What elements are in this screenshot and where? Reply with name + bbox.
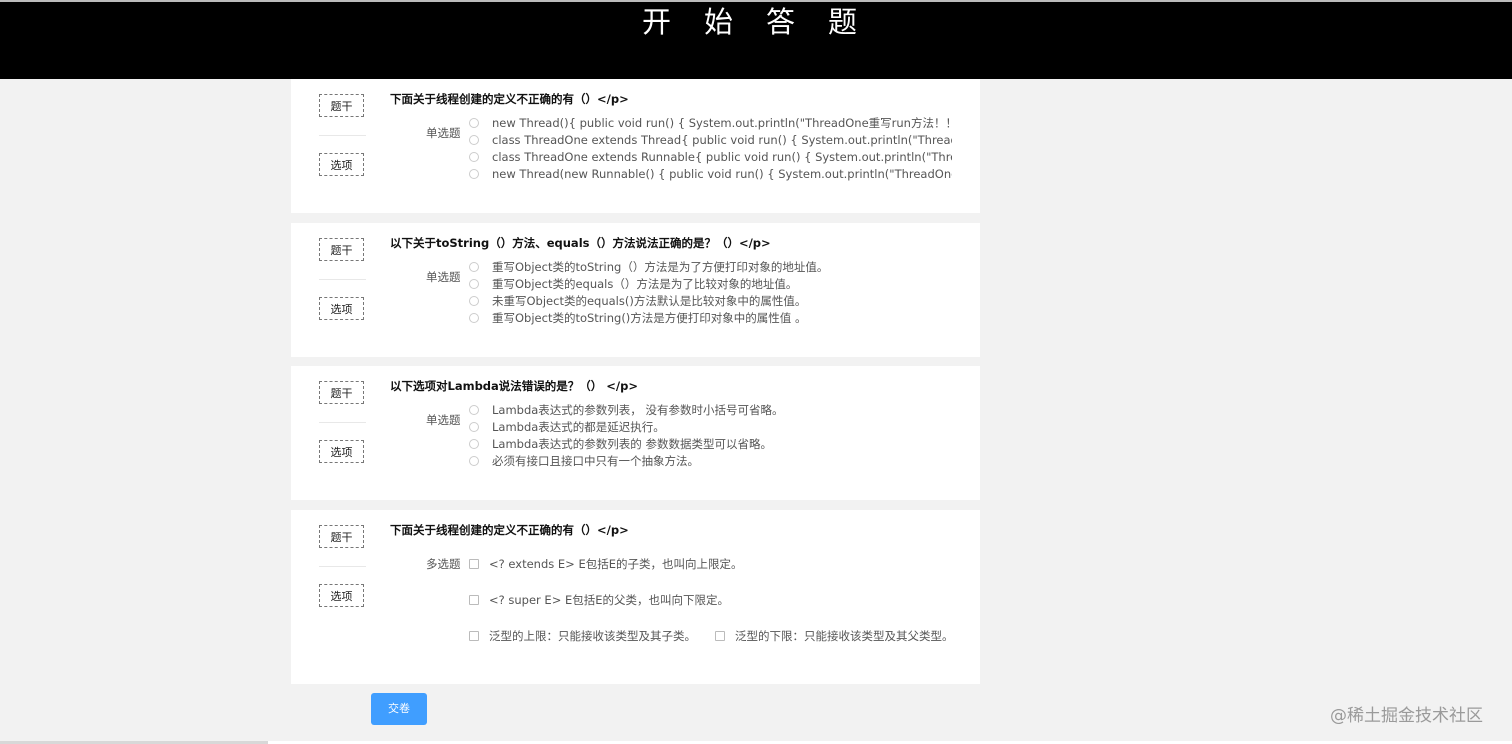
radio-icon[interactable] — [469, 421, 479, 432]
option-item[interactable]: class ThreadOne extends Runnable{ public… — [469, 148, 952, 165]
options-button[interactable]: 选项 — [319, 440, 364, 463]
options-button[interactable]: 选项 — [319, 153, 364, 176]
question-title: 以下关于toString（）方法、equals（）方法说法正确的是？（）</p> — [390, 236, 771, 250]
option-list: new Thread(){ public void run() { System… — [469, 114, 952, 182]
option-label: 必须有接口且接口中只有一个抽象方法。 — [492, 453, 699, 468]
question-card-4: 题干 选项 下面关于线程创建的定义不正确的有（）</p> 多选题 <? exte… — [291, 510, 980, 684]
option-item[interactable]: 重写Object类的toString（）方法是为了方便打印对象的地址值。 — [469, 258, 952, 275]
radio-icon[interactable] — [469, 151, 479, 162]
options-button[interactable]: 选项 — [319, 584, 364, 607]
radio-icon[interactable] — [469, 455, 479, 466]
radio-icon[interactable] — [469, 261, 479, 272]
option-item[interactable]: Lambda表达式的参数列表的 参数数据类型可以省略。 — [469, 435, 952, 452]
question-type: 单选题 — [426, 126, 461, 140]
stem-button[interactable]: 题干 — [319, 94, 364, 117]
stem-button[interactable]: 题干 — [319, 238, 364, 261]
divider — [319, 279, 366, 280]
question-title: 下面关于线程创建的定义不正确的有（）</p> — [390, 523, 629, 537]
radio-icon[interactable] — [469, 404, 479, 415]
option-label: 未重写Object类的equals()方法默认是比较对象中的属性值。 — [492, 293, 807, 308]
stem-button[interactable]: 题干 — [319, 381, 364, 404]
question-card-3: 题干 选项 以下选项对Lambda说法错误的是？（） </p> 单选题 Lamb… — [291, 366, 980, 500]
option-label: class ThreadOne extends Thread{ public v… — [492, 132, 952, 147]
checkbox-icon[interactable] — [469, 631, 479, 641]
radio-icon[interactable] — [469, 295, 479, 306]
header-bar: 开始答题 — [0, 0, 1512, 79]
watermark: @稀土掘金技术社区 — [1330, 706, 1483, 726]
option-label: <? extends E> E包括E的子类，也叫向上限定。 — [489, 557, 743, 571]
option-item[interactable]: class ThreadOne extends Thread{ public v… — [469, 131, 952, 148]
option-label: 重写Object类的toString()方法是方便打印对象中的属性值 。 — [492, 310, 807, 325]
options-button[interactable]: 选项 — [319, 297, 364, 320]
option-label: new Thread(new Runnable() { public void … — [492, 166, 952, 181]
option-item[interactable]: <? extends E> E包括E的子类，也叫向上限定。 — [469, 556, 742, 572]
question-title: 以下选项对Lambda说法错误的是？（） </p> — [390, 379, 639, 393]
radio-icon[interactable] — [469, 438, 479, 449]
divider — [319, 135, 366, 136]
checkbox-icon[interactable] — [469, 559, 479, 569]
divider — [319, 422, 366, 423]
option-list: Lambda表达式的参数列表， 没有参数时小括号可省略。 Lambda表达式的都… — [469, 401, 952, 469]
option-label: class ThreadOne extends Runnable{ public… — [492, 149, 952, 164]
question-card-2: 题干 选项 以下关于toString（）方法、equals（）方法说法正确的是？… — [291, 223, 980, 357]
option-item[interactable]: 必须有接口且接口中只有一个抽象方法。 — [469, 452, 952, 469]
radio-icon[interactable] — [469, 134, 479, 145]
stem-button[interactable]: 题干 — [319, 525, 364, 548]
option-label: Lambda表达式的参数列表， 没有参数时小括号可省略。 — [492, 402, 784, 417]
option-item[interactable]: Lambda表达式的都是延迟执行。 — [469, 418, 952, 435]
question-title: 下面关于线程创建的定义不正确的有（）</p> — [390, 92, 629, 106]
radio-icon[interactable] — [469, 117, 479, 128]
option-item[interactable]: 泛型的上限：只能接收该类型及其子类。 — [469, 628, 696, 644]
radio-icon[interactable] — [469, 168, 479, 179]
option-item[interactable]: 重写Object类的equals（）方法是为了比较对象的地址值。 — [469, 275, 952, 292]
option-list: 重写Object类的toString（）方法是为了方便打印对象的地址值。 重写O… — [469, 258, 952, 326]
option-item[interactable]: <? super E> E包括E的父类，也叫向下限定。 — [469, 592, 729, 608]
option-item[interactable]: 泛型的下限：只能接收该类型及其父类型。 — [715, 628, 954, 644]
option-item[interactable]: new Thread(){ public void run() { System… — [469, 114, 952, 131]
option-label: Lambda表达式的参数列表的 参数数据类型可以省略。 — [492, 436, 772, 451]
option-item[interactable]: 重写Object类的toString()方法是方便打印对象中的属性值 。 — [469, 309, 952, 326]
option-label: new Thread(){ public void run() { System… — [492, 115, 952, 130]
submit-button[interactable]: 交卷 — [371, 693, 427, 725]
option-label: 泛型的下限：只能接收该类型及其父类型。 — [735, 629, 954, 643]
question-type: 单选题 — [426, 270, 461, 284]
option-label: <? super E> E包括E的父类，也叫向下限定。 — [489, 593, 730, 607]
checkbox-icon[interactable] — [715, 631, 725, 641]
divider — [319, 566, 366, 567]
page-title: 开始答题 — [641, 5, 890, 39]
question-card-1: 题干 选项 下面关于线程创建的定义不正确的有（）</p> 单选题 new Thr… — [291, 79, 980, 213]
radio-icon[interactable] — [469, 278, 479, 289]
checkbox-icon[interactable] — [469, 595, 479, 605]
option-item[interactable]: new Thread(new Runnable() { public void … — [469, 165, 952, 182]
option-label: 泛型的上限：只能接收该类型及其子类。 — [489, 629, 696, 643]
option-item[interactable]: 未重写Object类的equals()方法默认是比较对象中的属性值。 — [469, 292, 952, 309]
question-type: 单选题 — [426, 413, 461, 427]
option-item[interactable]: Lambda表达式的参数列表， 没有参数时小括号可省略。 — [469, 401, 952, 418]
option-label: 重写Object类的equals（）方法是为了比较对象的地址值。 — [492, 276, 798, 291]
radio-icon[interactable] — [469, 312, 479, 323]
question-type: 多选题 — [426, 557, 461, 571]
option-label: 重写Object类的toString（）方法是为了方便打印对象的地址值。 — [492, 259, 829, 274]
option-label: Lambda表达式的都是延迟执行。 — [492, 419, 665, 434]
